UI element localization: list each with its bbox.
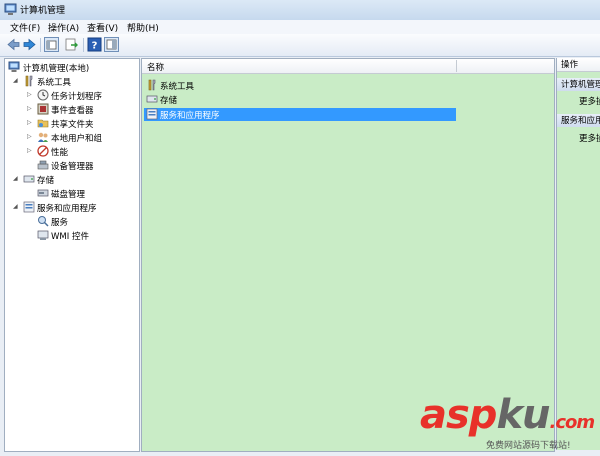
services-applications-icon (146, 108, 158, 120)
menu-bar: 文件(F) 操作(A) 查看(V) 帮助(H) (0, 20, 600, 34)
column-divider[interactable] (456, 60, 457, 72)
disk-management-icon (37, 189, 49, 197)
properties-icon[interactable] (104, 37, 119, 52)
event-viewer-icon (37, 103, 49, 115)
tree-item-services-and-applications[interactable]: ◢ 服务和应用程序 (7, 201, 137, 214)
menu-view[interactable]: 查看(V) (87, 21, 118, 34)
window-title: 计算机管理 (20, 6, 66, 16)
wmi-control-icon (37, 230, 49, 240)
toolbar: ? (0, 34, 600, 57)
tree-item-disk-management[interactable]: 磁盘管理 (7, 187, 137, 200)
actions-title: 操作 (557, 58, 600, 72)
svg-text:?: ? (92, 41, 98, 52)
title-bar: 计算机管理 (0, 0, 600, 21)
shared-folder-icon (37, 119, 49, 128)
tree-item-local-users-groups[interactable]: ▷ 本地用户和组 (7, 131, 137, 144)
collapse-triangle-icon[interactable]: ◢ (13, 203, 20, 210)
storage-icon (23, 175, 35, 183)
tree-root[interactable]: 计算机管理(本地) (7, 61, 137, 74)
clock-icon (37, 89, 49, 101)
tree-item-shared-folders[interactable]: ▷ 共享文件夹 (7, 117, 137, 130)
expand-triangle-icon[interactable]: ▷ (27, 91, 34, 98)
tree-root-label: 计算机管理(本地) (23, 64, 90, 74)
more-actions-link[interactable]: 更多操作 (579, 95, 600, 107)
menu-action[interactable]: 操作(A) (48, 21, 79, 34)
system-tools-icon (148, 79, 156, 91)
computer-management-icon (4, 3, 17, 15)
column-header-name[interactable]: 名称 (142, 59, 554, 74)
tree-item-wmi-control[interactable]: WMI 控件 (7, 229, 137, 242)
export-icon[interactable] (64, 37, 79, 52)
menu-file[interactable]: 文件(F) (10, 21, 40, 34)
device-manager-icon (37, 160, 49, 170)
expand-triangle-icon[interactable]: ▷ (27, 147, 34, 154)
toolbar-separator (40, 38, 41, 52)
expand-triangle-icon[interactable]: ▷ (27, 119, 34, 126)
storage-icon (146, 95, 158, 103)
list-item-services-and-applications[interactable]: 服务和应用程序 (144, 108, 456, 121)
toolbar-separator (83, 38, 84, 52)
services-applications-icon (23, 201, 35, 213)
collapse-triangle-icon[interactable]: ◢ (13, 175, 20, 182)
users-icon (38, 132, 48, 142)
services-icon (38, 216, 49, 227)
performance-icon (37, 145, 49, 157)
watermark-text: 免费网站源码下载站! (486, 441, 571, 451)
back-icon[interactable] (6, 37, 21, 52)
console-tree: 计算机管理(本地) ◢ 系统工具 ▷ 任务计划程序 ▷ 事件查看器 ▷ 共享文件… (4, 58, 140, 452)
expand-triangle-icon[interactable]: ▷ (27, 105, 34, 112)
tree-item-event-viewer[interactable]: ▷ 事件查看器 (7, 103, 137, 116)
computer-management-icon (8, 61, 20, 72)
actions-section-computer-management[interactable]: 计算机管理 (557, 78, 600, 91)
watermark-logo: aspku.com (420, 392, 595, 438)
tree-item-services[interactable]: 服务 (7, 215, 137, 228)
tree-item-performance[interactable]: ▷ 性能 (7, 145, 137, 158)
expand-triangle-icon[interactable]: ▷ (27, 133, 34, 140)
tree-item-storage[interactable]: ◢ 存储 (7, 173, 137, 186)
console-tree-icon[interactable] (44, 37, 59, 52)
menu-help[interactable]: 帮助(H) (127, 21, 159, 34)
list-item-storage[interactable]: 存储 (144, 93, 456, 106)
tree-item-task-scheduler[interactable]: ▷ 任务计划程序 (7, 89, 137, 102)
tree-item-system-tools[interactable]: ◢ 系统工具 (7, 75, 137, 88)
list-item-system-tools[interactable]: 系统工具 (144, 79, 456, 92)
more-actions-link[interactable]: 更多操作 (579, 132, 600, 144)
system-tools-icon (25, 75, 33, 87)
help-icon[interactable]: ? (87, 37, 102, 52)
actions-section-services-applications[interactable]: 服务和应用程序 (557, 114, 600, 127)
collapse-triangle-icon[interactable]: ◢ (13, 77, 20, 84)
tree-item-device-manager[interactable]: 设备管理器 (7, 159, 137, 172)
forward-icon[interactable] (22, 37, 37, 52)
